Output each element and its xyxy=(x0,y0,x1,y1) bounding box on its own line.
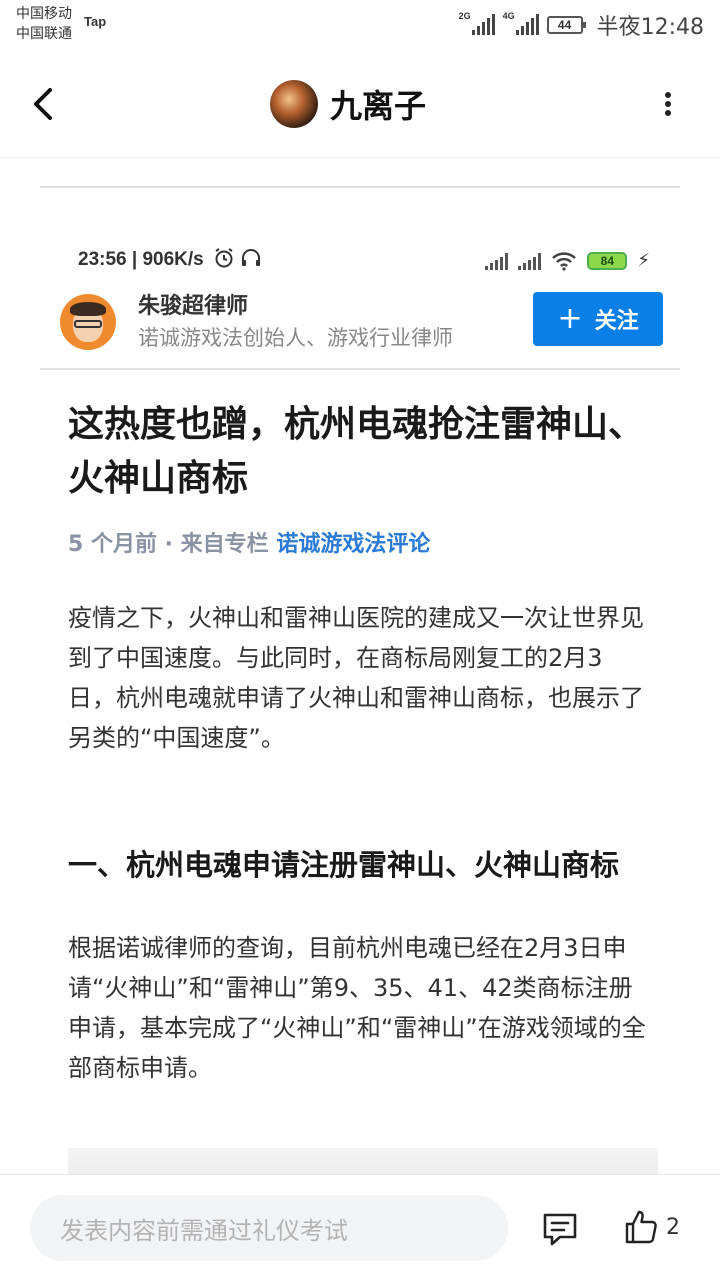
embedded-status-bar: 23:56 | 906K/s 84 ⚡ xyxy=(40,248,680,278)
embedded-signal-icon-1 xyxy=(485,252,509,270)
embedded-signal-icon-2 xyxy=(518,252,542,270)
divider xyxy=(40,368,680,370)
article-paragraph-2: 根据诺诚律师的查询，目前杭州电魂已经在2月3日申请“火神山”和“雷神山”第9、3… xyxy=(68,934,646,1082)
comment-input[interactable]: 发表内容前需通过礼仪考试 xyxy=(30,1195,508,1261)
more-button[interactable] xyxy=(656,86,680,122)
page-title: 九离子 xyxy=(330,87,427,125)
section-title-1: 一、杭州电魂申请注册雷神山、火神山商标 xyxy=(68,848,620,882)
follow-button[interactable]: + 关注 xyxy=(533,292,663,346)
back-icon xyxy=(34,88,52,120)
more-icon xyxy=(665,92,671,116)
network-type-2: 4G xyxy=(502,11,515,21)
headset-icon xyxy=(242,249,261,266)
like-count: 2 xyxy=(666,1214,680,1240)
nav-bar: 九离子 xyxy=(0,52,720,158)
carrier-2: 中国联通 xyxy=(16,26,72,42)
article-title: 这热度也蹭，杭州电魂抢注雷神山、火神山商标 xyxy=(68,404,645,499)
article-image-preview xyxy=(68,1148,658,1176)
plus-icon: + xyxy=(557,301,583,336)
alarm-icon xyxy=(215,248,233,268)
embedded-status-right: 84 ⚡ xyxy=(485,250,650,271)
author-description: 诺诚游戏法创始人、游戏行业律师 xyxy=(138,326,453,350)
comment-icon xyxy=(543,1213,577,1246)
embedded-time: 23:56 | 906K/s xyxy=(78,248,262,271)
author-avatar[interactable] xyxy=(60,294,116,350)
article-paragraph-1: 疫情之下，火神山和雷神山医院的建成又一次让世界见到了中国速度。与此同时，在商标局… xyxy=(68,604,644,752)
wifi-icon xyxy=(552,251,577,271)
status-bar: 中国移动 中国联通 Tap 2G 4G 44 半夜12:48 xyxy=(0,0,720,52)
status-bar-right: 2G 4G 44 半夜12:48 xyxy=(459,10,704,40)
battery-icon: 44 xyxy=(546,16,586,34)
signal-icon-1: 2G xyxy=(458,11,495,37)
carrier-1: 中国移动 xyxy=(16,6,72,22)
back-button[interactable] xyxy=(24,80,64,128)
avatar xyxy=(270,80,318,128)
charging-icon: ⚡ xyxy=(637,250,650,271)
column-link[interactable]: 诺诚游戏法评论 xyxy=(276,532,430,557)
follow-label: 关注 xyxy=(594,309,639,334)
author-card: 朱骏超律师 诺诚游戏法创始人、游戏行业律师 + 关注 xyxy=(60,288,680,366)
thumbs-up-icon xyxy=(625,1210,657,1244)
bottom-bar: 发表内容前需通过礼仪考试 2 xyxy=(0,1174,720,1280)
status-time: 半夜12:48 xyxy=(596,15,704,40)
article-meta-prefix: 5 个月前 · 来自专栏 xyxy=(68,532,277,557)
carrier-info: 中国移动 中国联通 xyxy=(16,4,72,44)
comment-button[interactable] xyxy=(540,1209,580,1249)
article: 这热度也蹭，杭州电魂抢注雷神山、火神山商标 5 个月前 · 来自专栏 诺诚游戏法… xyxy=(68,398,648,1088)
like-button[interactable]: 2 xyxy=(624,1209,680,1245)
signal-icon-2: 4G xyxy=(502,11,539,37)
network-type-1: 2G xyxy=(458,11,471,21)
author-name[interactable]: 朱骏超律师 xyxy=(138,288,248,320)
article-meta: 5 个月前 · 来自专栏 诺诚游戏法评论 xyxy=(68,526,648,558)
taptap-notification-icon: Tap xyxy=(84,14,107,29)
nav-title-group[interactable]: 九离子 xyxy=(270,80,426,128)
embedded-battery-icon: 84 xyxy=(587,251,628,270)
embedded-screenshot: 23:56 | 906K/s 84 ⚡ 朱骏超律师 诺诚游戏法创始人、游戏行业律… xyxy=(40,186,680,1176)
